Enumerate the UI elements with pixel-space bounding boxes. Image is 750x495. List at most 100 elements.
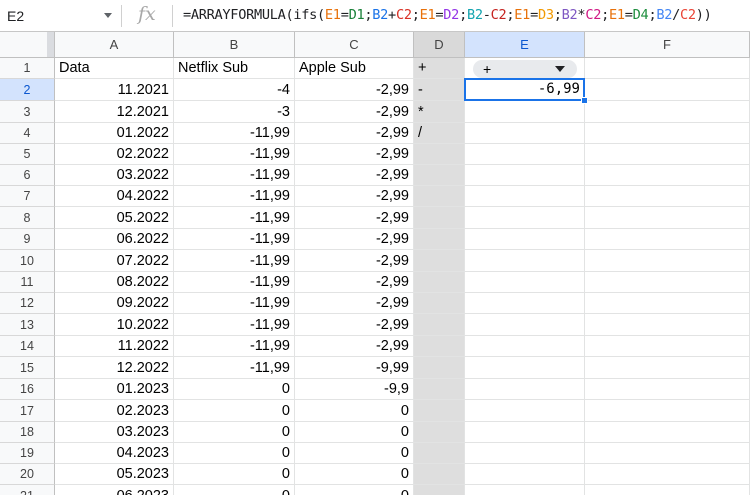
cell-a4[interactable]: 01.2022 [55,123,174,144]
cell-f12[interactable] [585,293,750,314]
cell-e18[interactable] [465,422,585,443]
row-header[interactable]: 17 [0,400,55,422]
cell-a14[interactable]: 11.2022 [55,336,174,357]
cell-e17[interactable] [465,400,585,422]
row-header[interactable]: 16 [0,379,55,400]
cell-d9[interactable] [414,229,465,250]
cell-c18[interactable]: 0 [295,422,414,443]
cell-f9[interactable] [585,229,750,250]
cell-a10[interactable]: 07.2022 [55,250,174,272]
row-header[interactable]: 8 [0,207,55,229]
cell-d20[interactable] [414,464,465,485]
row-header[interactable]: 18 [0,422,55,443]
formula-input[interactable]: =ARRAYFORMULA(ifs(E1=D1;B2+C2;E1=D2;B2-C… [183,7,712,23]
cell-a13[interactable]: 10.2022 [55,314,174,336]
cell-e11[interactable] [465,272,585,293]
cell-d19[interactable] [414,443,465,464]
cell-c20[interactable]: 0 [295,464,414,485]
cell-c13[interactable]: -2,99 [295,314,414,336]
cell-a21[interactable]: 06.2023 [55,485,174,495]
cell-e14[interactable] [465,336,585,357]
row-header[interactable]: 2 [0,79,55,101]
cell-e9[interactable] [465,229,585,250]
cell-b10[interactable]: -11,99 [174,250,295,272]
dropdown-chip[interactable]: + [473,60,577,78]
cell-f11[interactable] [585,272,750,293]
name-box[interactable]: E2 [0,0,114,32]
cell-e19[interactable] [465,443,585,464]
cell-d8[interactable] [414,207,465,229]
cell-c3[interactable]: -2,99 [295,101,414,123]
cell-b7[interactable]: -11,99 [174,186,295,207]
row-header[interactable]: 11 [0,272,55,293]
cell-c2[interactable]: -2,99 [295,79,414,101]
row-header[interactable]: 9 [0,229,55,250]
cell-c9[interactable]: -2,99 [295,229,414,250]
cell-a1[interactable]: Data [55,58,174,79]
cell-f20[interactable] [585,464,750,485]
cell-a15[interactable]: 12.2022 [55,357,174,379]
cell-d3[interactable]: * [414,101,465,123]
cell-b17[interactable]: 0 [174,400,295,422]
cell-b15[interactable]: -11,99 [174,357,295,379]
cell-e20[interactable] [465,464,585,485]
cell-e13[interactable] [465,314,585,336]
cell-c5[interactable]: -2,99 [295,144,414,165]
cell-e8[interactable] [465,207,585,229]
row-header[interactable]: 13 [0,314,55,336]
cell-e6[interactable] [465,165,585,186]
cell-f2[interactable] [585,79,750,101]
cell-c8[interactable]: -2,99 [295,207,414,229]
cell-f5[interactable] [585,144,750,165]
cell-b6[interactable]: -11,99 [174,165,295,186]
cell-b12[interactable]: -11,99 [174,293,295,314]
row-header[interactable]: 3 [0,101,55,123]
cell-f8[interactable] [585,207,750,229]
row-header[interactable]: 12 [0,293,55,314]
cell-c21[interactable]: 0 [295,485,414,495]
cell-c14[interactable]: -2,99 [295,336,414,357]
active-cell[interactable]: -6,99 [464,78,585,101]
cell-f3[interactable] [585,101,750,123]
row-header[interactable]: 21 [0,485,55,495]
cell-e12[interactable] [465,293,585,314]
cell-e16[interactable] [465,379,585,400]
cell-a19[interactable]: 04.2023 [55,443,174,464]
cell-b4[interactable]: -11,99 [174,123,295,144]
column-header-e[interactable]: E [465,32,585,58]
cell-b8[interactable]: -11,99 [174,207,295,229]
cell-b2[interactable]: -4 [174,79,295,101]
row-header[interactable]: 7 [0,186,55,207]
row-header[interactable]: 15 [0,357,55,379]
cell-e15[interactable] [465,357,585,379]
cell-b9[interactable]: -11,99 [174,229,295,250]
cell-d2[interactable]: - [414,79,465,101]
cell-f4[interactable] [585,123,750,144]
cell-d12[interactable] [414,293,465,314]
column-header-f[interactable]: F [585,32,750,58]
cell-f13[interactable] [585,314,750,336]
cell-b18[interactable]: 0 [174,422,295,443]
cell-f6[interactable] [585,165,750,186]
column-header-b[interactable]: B [174,32,295,58]
cell-b14[interactable]: -11,99 [174,336,295,357]
cell-e21[interactable] [465,485,585,495]
cell-c15[interactable]: -9,99 [295,357,414,379]
row-header[interactable]: 5 [0,144,55,165]
cell-d10[interactable] [414,250,465,272]
cell-b13[interactable]: -11,99 [174,314,295,336]
cell-b3[interactable]: -3 [174,101,295,123]
cell-a12[interactable]: 09.2022 [55,293,174,314]
cell-d18[interactable] [414,422,465,443]
select-all-corner[interactable] [0,32,55,58]
cell-d17[interactable] [414,400,465,422]
column-header-c[interactable]: C [295,32,414,58]
cell-a17[interactable]: 02.2023 [55,400,174,422]
row-header[interactable]: 10 [0,250,55,272]
cell-c19[interactable]: 0 [295,443,414,464]
cell-f16[interactable] [585,379,750,400]
cell-a6[interactable]: 03.2022 [55,165,174,186]
cell-d15[interactable] [414,357,465,379]
cell-d14[interactable] [414,336,465,357]
cell-d5[interactable] [414,144,465,165]
